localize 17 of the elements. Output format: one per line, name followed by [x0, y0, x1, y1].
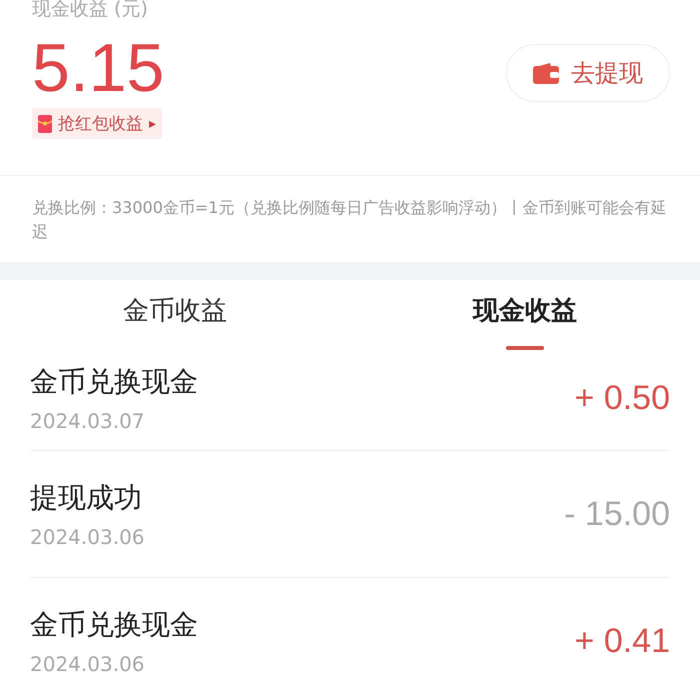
tab[interactable]: 金币收益 [0, 280, 350, 350]
wallet-icon [533, 62, 559, 84]
envelope-icon [38, 114, 52, 132]
record-date: 2024.03.06 [30, 525, 145, 549]
withdraw-button[interactable]: 去提现 [506, 44, 670, 102]
exchange-note: 兑换比例：33000金币=1元（兑换比例随每日广告收益影响浮动）丨金币到账可能会有延迟 [31, 197, 668, 243]
record-amount: + 0.41 [574, 622, 670, 660]
balance-amount: 5.15 [32, 29, 164, 108]
earnings-link[interactable]: 抢红包收益 ▸ [32, 108, 162, 139]
record-title: 金币兑换现金 [30, 364, 198, 400]
record-amount: + 0.50 [574, 378, 670, 418]
tab[interactable]: 现金收益 [350, 280, 700, 350]
record-date: 2024.03.06 [30, 652, 146, 676]
record-date: 2024.03.07 [30, 409, 146, 433]
record-title: 金币兑换现金 [30, 607, 198, 643]
record-title: 提现成功 [30, 480, 143, 516]
record-amount: - 15.00 [564, 494, 670, 534]
